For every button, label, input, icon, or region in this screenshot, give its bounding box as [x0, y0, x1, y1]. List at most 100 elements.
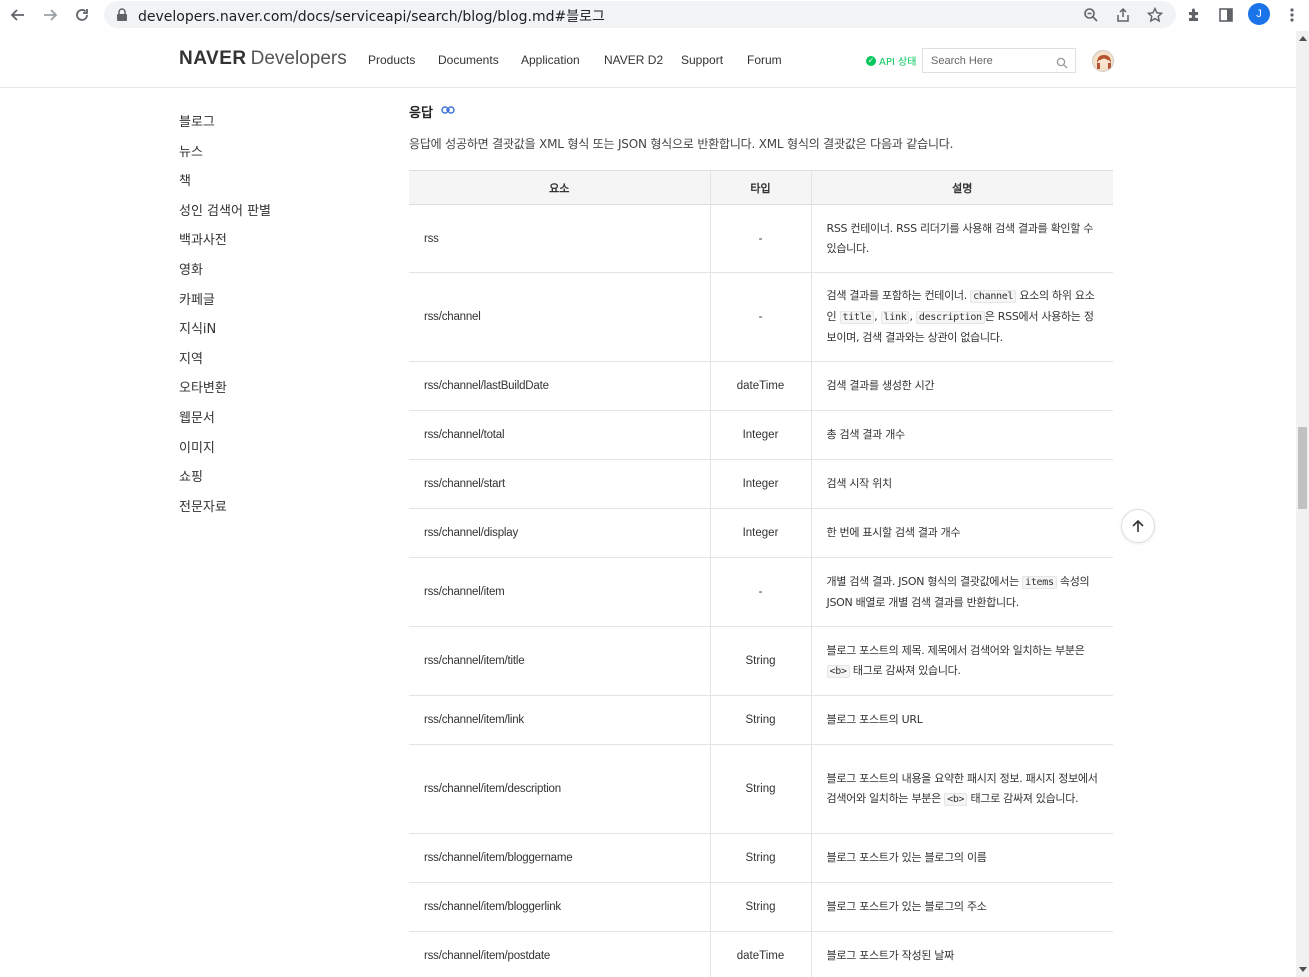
cell-type: Integer	[709, 410, 811, 460]
cell-description: 한 번에 표시할 검색 결과 개수	[810, 508, 1113, 558]
cell-description: 검색 시작 위치	[810, 459, 1113, 509]
sidebar-item-doc[interactable]: 전문자료	[179, 498, 271, 528]
cell-type: -	[709, 557, 811, 627]
extensions-icon[interactable]	[1182, 3, 1206, 27]
sidebar-item-errata[interactable]: 오타변환	[179, 379, 271, 409]
table-row: rss/channel/item/description String 블로그 포스…	[409, 744, 1113, 834]
sidebar-item-cafe[interactable]: 카페글	[179, 291, 271, 321]
nav-support[interactable]: Support	[681, 53, 723, 67]
section-title: 응답	[409, 102, 455, 121]
cell-element: rss/channel/item/bloggername	[409, 833, 710, 883]
kebab-menu-icon[interactable]	[1280, 3, 1304, 27]
cell-description: 검색 결과를 생성한 시간	[810, 361, 1113, 411]
site-search	[922, 48, 1076, 73]
description-text: 블로그 포스트의 제목. 제목에서 검색어와 일치하는 부분은	[826, 643, 1085, 657]
sidebar: 블로그 뉴스 책 성인 검색어 판별 백과사전 영화 카페글 지식iN 지역 오…	[179, 113, 271, 527]
table-row: rss - RSS 컨테이너. RSS 리더기를 사용해 검색 결과를 확인할 수 …	[409, 204, 1113, 273]
forward-icon[interactable]	[38, 3, 62, 27]
nav-documents[interactable]: Documents	[438, 53, 499, 67]
description-text: ,	[909, 310, 916, 323]
search-icon[interactable]	[1056, 54, 1068, 73]
cell-type: String	[709, 882, 811, 932]
nav-naver-d2[interactable]: NAVER D2	[604, 53, 663, 67]
lock-icon[interactable]	[112, 5, 132, 25]
scroll-thumb[interactable]	[1298, 427, 1307, 509]
back-icon[interactable]	[6, 3, 30, 27]
site-header: NAVER Developers Products Documents Appli…	[0, 31, 1296, 88]
sidebar-item-image[interactable]: 이미지	[179, 439, 271, 469]
nav-forum[interactable]: Forum	[747, 53, 782, 67]
description-text: 태그로 감싸져 있습니다.	[967, 791, 1079, 805]
user-avatar[interactable]	[1092, 50, 1114, 72]
scroll-down-arrow-icon[interactable]	[1299, 967, 1307, 972]
sidebar-item-blog[interactable]: 블로그	[179, 113, 271, 143]
table-row: rss/channel/lastBuildDate dateTime 검색 결과를 …	[409, 361, 1113, 411]
sidebar-item-adult[interactable]: 성인 검색어 판별	[179, 202, 271, 232]
description-text: 개별 검색 결과. JSON 형식의 결괏값에서는	[826, 574, 1023, 588]
response-spec-table: 요소 타입 설명 rss - RSS 컨테이너. RSS 리더기를 사용해 검색 결…	[409, 170, 1113, 977]
inline-code: channel	[970, 290, 1017, 303]
description-text: 검색 결과를 포함하는 컨테이너.	[826, 289, 971, 302]
cell-element: rss/channel/lastBuildDate	[409, 361, 710, 411]
cell-type: String	[709, 744, 811, 834]
sidebar-item-book[interactable]: 책	[179, 172, 271, 202]
cell-element: rss/channel/item/link	[409, 695, 710, 745]
description-text: 한 번에 표시할 검색 결과 개수	[826, 526, 961, 539]
sidebar-item-movie[interactable]: 영화	[179, 261, 271, 291]
table-row: rss/channel/item/bloggerlink String 블로그 포스…	[409, 882, 1113, 932]
response-intro: 응답에 성공하면 결괏값을 XML 형식 또는 JSON 형식으로 반환합니다.…	[409, 137, 954, 151]
cell-description: 블로그 포스트의 내용을 요약한 패시지 정보. 패시지 정보에서 검색어와 일…	[810, 744, 1113, 834]
cell-type: String	[709, 695, 811, 745]
cell-type: -	[709, 204, 811, 273]
table-row: rss/channel/item/title String 블로그 포스트의 제목.…	[409, 626, 1113, 696]
page-scrollbar[interactable]	[1296, 31, 1309, 977]
cell-description: 블로그 포스트가 있는 블로그의 주소	[810, 882, 1113, 932]
sidebar-item-local[interactable]: 지역	[179, 350, 271, 380]
cell-description: 총 검색 결과 개수	[810, 410, 1113, 460]
nav-application[interactable]: Application	[521, 53, 580, 67]
sidebar-item-news[interactable]: 뉴스	[179, 143, 271, 173]
section-title-text: 응답	[409, 106, 433, 121]
sidebar-item-kin[interactable]: 지식iN	[179, 320, 271, 350]
naver-developers-logo[interactable]: NAVER Developers	[179, 48, 347, 70]
sidebar-item-encyclopedia[interactable]: 백과사전	[179, 231, 271, 261]
cell-element: rss/channel/display	[409, 508, 710, 558]
inline-code: title	[839, 311, 875, 324]
description-text: 블로그 포스트가 있는 블로그의 이름	[826, 851, 987, 864]
anchor-link-icon[interactable]	[441, 104, 455, 119]
side-panel-icon[interactable]	[1214, 3, 1238, 27]
address-bar[interactable]: developers.naver.com/docs/serviceapi/sea…	[104, 1, 1176, 28]
description-text: 블로그 포스트가 있는 블로그의 주소	[826, 900, 987, 913]
cell-description: 블로그 포스트의 제목. 제목에서 검색어와 일치하는 부분은 <b> 태그로 …	[810, 626, 1113, 696]
zoom-icon[interactable]	[1081, 5, 1101, 25]
search-input[interactable]	[923, 49, 1053, 72]
cell-element: rss/channel	[409, 272, 710, 362]
scroll-to-top-button[interactable]	[1121, 509, 1155, 543]
api-status-link[interactable]: ✓ API 상태	[866, 53, 916, 68]
cell-element: rss/channel/item/title	[409, 626, 710, 696]
logo-product: Developers	[250, 48, 347, 69]
bookmark-star-icon[interactable]	[1145, 5, 1165, 25]
table-row: rss/channel/item/postdate dateTime 블로그 포스트…	[409, 931, 1113, 977]
sidebar-item-shop[interactable]: 쇼핑	[179, 468, 271, 498]
table-header-row: 요소 타입 설명	[409, 170, 1113, 205]
cell-type: String	[709, 626, 811, 696]
cell-element: rss/channel/item/postdate	[409, 931, 710, 977]
scroll-up-arrow-icon[interactable]	[1299, 36, 1307, 41]
reload-icon[interactable]	[70, 3, 94, 27]
inline-code: <b>	[826, 664, 850, 678]
cell-element: rss/channel/item	[409, 557, 710, 627]
table-row: rss/channel/display Integer 한 번에 표시할 검색 결과…	[409, 508, 1113, 558]
nav-products[interactable]: Products	[368, 53, 415, 67]
cell-description: 검색 결과를 포함하는 컨테이너. channel 요소의 하위 요소인 tit…	[810, 272, 1113, 362]
check-circle-icon: ✓	[866, 55, 876, 66]
inline-code: link	[880, 311, 910, 324]
profile-avatar[interactable]: J	[1248, 3, 1270, 25]
sidebar-item-webkr[interactable]: 웹문서	[179, 409, 271, 439]
cell-description: 블로그 포스트가 있는 블로그의 이름	[810, 833, 1113, 883]
table-row: rss/channel - 검색 결과를 포함하는 컨테이너. channel 요소…	[409, 272, 1113, 362]
share-icon[interactable]	[1113, 5, 1133, 25]
cell-type: -	[709, 272, 811, 362]
url-text[interactable]: developers.naver.com/docs/serviceapi/sea…	[138, 6, 605, 26]
cell-element: rss/channel/start	[409, 459, 710, 509]
